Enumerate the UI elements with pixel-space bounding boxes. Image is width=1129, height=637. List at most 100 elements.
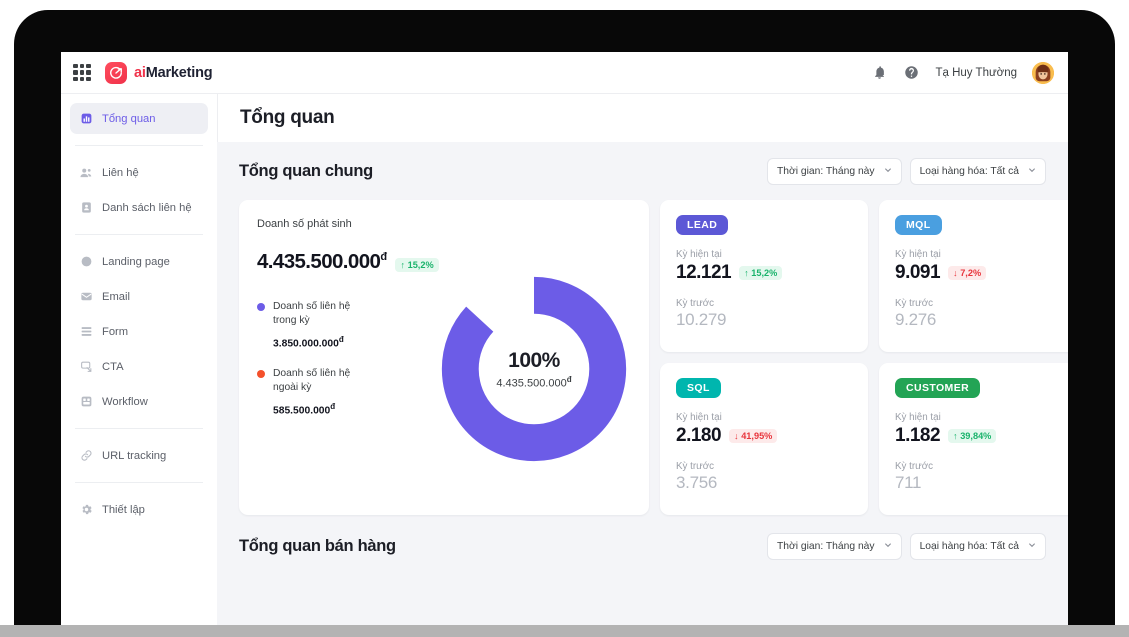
dashboard-icon: [79, 112, 93, 126]
settings-gear-icon: [79, 503, 93, 517]
sidebar-item-thiet-lap[interactable]: Thiết lập: [70, 494, 208, 525]
previous-period-label: Kỳ trước: [676, 461, 715, 472]
previous-value: 3.756: [676, 473, 718, 492]
sidebar: Tổng quan Liên hệ Danh sách liên hệ Land…: [61, 94, 217, 625]
avatar[interactable]: [1032, 61, 1054, 84]
current-value-row: 1.182 ↑ 39,84%: [895, 425, 1063, 447]
current-value-row: 2.180 ↓ 41,95%: [676, 425, 852, 447]
legend-amount: 585.500.000: [273, 405, 331, 417]
previous-value: 711: [895, 473, 922, 492]
status-badge: SQL: [676, 378, 721, 398]
previous-period-label: Kỳ trước: [895, 298, 934, 309]
section-title: Tổng quan chung: [239, 161, 373, 180]
current-value: 1.182: [895, 425, 941, 446]
current-period-label: Kỳ hiện tại: [895, 249, 941, 260]
sidebar-item-tong-quan[interactable]: Tổng quan: [70, 103, 208, 134]
sales-filters: Thời gian: Tháng này Loại hàng hóa: Tất …: [766, 532, 1046, 560]
delta-badge: ↑ 15,2%: [739, 266, 783, 280]
help-circle-icon[interactable]: [903, 64, 920, 81]
workflow-icon: [79, 395, 93, 409]
filter-product-dropdown[interactable]: Loại hàng hóa: Tất cả: [909, 157, 1046, 185]
current-value: 12.121: [676, 262, 732, 283]
overview-cards-grid: Doanh số phát sinh 4.435.500.000đ ↑ 15,2…: [217, 200, 1068, 515]
section-header-overview: Tổng quan chung Thời gian: Tháng này Loạ…: [217, 142, 1068, 200]
delta-badge: ↓ 7,2%: [948, 266, 987, 280]
sidebar-item-form[interactable]: Form: [70, 316, 208, 347]
donut-center-label: 100% 4.435.500.000đ: [437, 272, 631, 466]
chevron-down-icon: [884, 166, 892, 176]
previous-period-label: Kỳ trước: [676, 298, 715, 309]
metric-card-mql: MQL Kỳ hiện tại 9.091 ↓ 7,2% Kỳ trước 9.…: [879, 200, 1068, 352]
overview-filters: Thời gian: Tháng này Loại hàng hóa: Tất …: [766, 157, 1046, 185]
page-title: Tổng quan: [240, 107, 335, 128]
sidebar-item-label: CTA: [102, 360, 124, 373]
link-icon: [79, 449, 93, 463]
page-header: Tổng quan: [217, 94, 1068, 142]
donut-total: 4.435.500.000đ: [496, 375, 571, 390]
chevron-down-icon: [1028, 166, 1036, 176]
metric-card-customer: CUSTOMER Kỳ hiện tại 1.182 ↑ 39,84% Kỳ t…: [879, 363, 1068, 515]
top-bar-actions: Tạ Huy Thường: [871, 61, 1054, 84]
filter-product-label: Loại hàng hóa: Tất cả: [919, 165, 1019, 177]
filter-product-dropdown[interactable]: Loại hàng hóa: Tất cả: [909, 532, 1046, 560]
sidebar-item-cta[interactable]: CTA: [70, 351, 208, 382]
contact-list-icon: [79, 201, 93, 215]
previous-value: 9.276: [895, 310, 937, 329]
current-value: 2.180: [676, 425, 722, 446]
metric-card-sql: SQL Kỳ hiện tại 2.180 ↓ 41,95% Kỳ trước …: [660, 363, 868, 515]
user-name[interactable]: Tạ Huy Thường: [935, 67, 1017, 79]
form-icon: [79, 325, 93, 339]
brand-name: aiMarketing: [134, 64, 213, 81]
delta-badge: ↓ 41,95%: [729, 429, 778, 443]
brand-ai: ai: [134, 64, 146, 81]
currency-symbol: đ: [330, 401, 336, 411]
current-period-label: Kỳ hiện tại: [676, 249, 722, 260]
sidebar-item-email[interactable]: Email: [70, 281, 208, 312]
chevron-down-icon: [884, 541, 892, 551]
aimarketing-logo-icon[interactable]: [105, 61, 127, 84]
legend-dot-in-period: [257, 303, 265, 311]
current-value: 9.091: [895, 262, 941, 283]
sidebar-item-label: Liên hệ: [102, 166, 139, 179]
legend-label: Doanh số liên hệ trong kỳ: [273, 301, 351, 326]
filter-product-label: Loại hàng hóa: Tất cả: [919, 540, 1019, 552]
revenue-label: Doanh số phát sinh: [257, 218, 352, 230]
sidebar-divider: [75, 482, 203, 483]
donut-chart: 100% 4.435.500.000đ: [437, 272, 631, 466]
sidebar-item-label: Thiết lập: [102, 503, 145, 516]
previous-period-label: Kỳ trước: [895, 461, 934, 472]
sidebar-item-label: Landing page: [102, 255, 170, 268]
donut-percent: 100%: [508, 348, 560, 372]
sidebar-item-label: Danh sách liên hệ: [102, 201, 192, 214]
contacts-icon: [79, 166, 93, 180]
currency-symbol: đ: [380, 251, 387, 264]
sidebar-item-landing-page[interactable]: Landing page: [70, 246, 208, 277]
revenue-delta-badge: ↑ 15,2%: [395, 258, 439, 272]
previous-value: 10.279: [676, 310, 727, 329]
sidebar-item-url-tracking[interactable]: URL tracking: [70, 440, 208, 471]
status-badge: LEAD: [676, 215, 729, 235]
currency-symbol: đ: [566, 374, 572, 384]
filter-time-dropdown[interactable]: Thời gian: Tháng này: [766, 157, 902, 185]
app-screen: aiMarketing Tạ Huy Thường Tổng quan Liên…: [61, 52, 1068, 625]
section-title: Tổng quan bán hàng: [239, 536, 396, 555]
sidebar-item-lien-he[interactable]: Liên hệ: [70, 157, 208, 188]
filter-time-dropdown[interactable]: Thời gian: Tháng này: [766, 532, 902, 560]
main-content: Tổng quan Tổng quan chung Thời gian: Thá…: [217, 94, 1068, 625]
status-badge: CUSTOMER: [895, 378, 981, 398]
legend-dot-out-period: [257, 370, 265, 379]
status-badge: MQL: [895, 215, 942, 235]
sidebar-divider: [75, 428, 203, 429]
sidebar-item-danh-sach-lien-he[interactable]: Danh sách liên hệ: [70, 192, 208, 223]
sidebar-item-label: Workflow: [102, 395, 148, 408]
sidebar-item-workflow[interactable]: Workflow: [70, 386, 208, 417]
revenue-card: Doanh số phát sinh 4.435.500.000đ ↑ 15,2…: [239, 200, 649, 515]
legend-value: 585.500.000đ: [273, 402, 363, 416]
current-value-row: 9.091 ↓ 7,2%: [895, 262, 1063, 284]
email-icon: [79, 290, 93, 304]
sidebar-divider: [75, 145, 203, 146]
revenue-value-row: 4.435.500.000đ ↑ 15,2%: [257, 250, 631, 274]
bell-icon[interactable]: [871, 64, 888, 81]
sidebar-item-label: URL tracking: [102, 449, 167, 462]
apps-grid-icon[interactable]: [73, 63, 91, 82]
